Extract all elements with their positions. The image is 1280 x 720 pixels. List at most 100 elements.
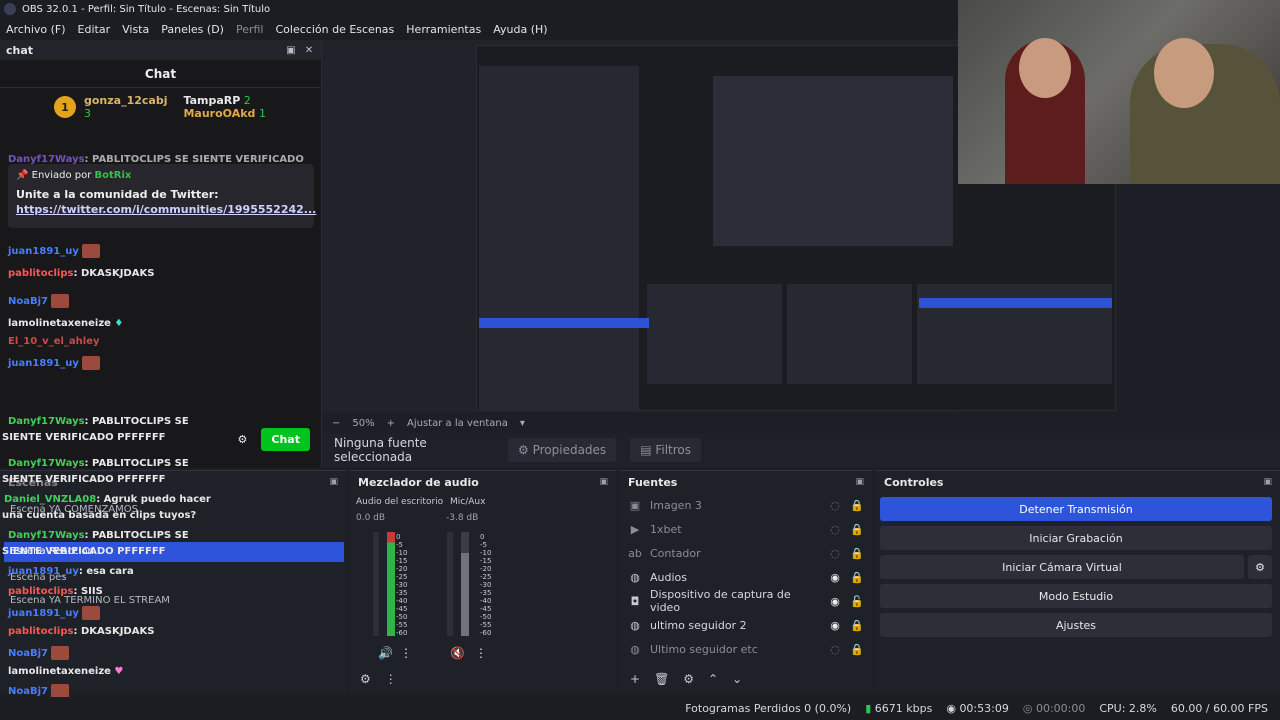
settings-icon[interactable]: ⚙ [238,433,248,446]
chat-message: SIENTE VERIFICADO PFFFFFF [2,546,166,557]
meter-scale: 0 -5 -10 -15 -20 -25 -30 -35 -40 -45 -50 -55 -60 [480,533,491,637]
speaker-icon[interactable]: 🔊 [378,646,393,660]
start-recording-button[interactable]: Iniciar Grabación [880,526,1272,550]
chevron-down-icon[interactable]: ⌄ [732,672,742,686]
properties-button[interactable]: ⚙ Propiedades [508,438,617,462]
gear-icon[interactable]: ⚙ [683,672,694,686]
float-dock-icon[interactable]: ▣ [1263,477,1272,487]
leader-first-name[interactable]: gonza_12cabj [84,94,167,107]
signal-bars-icon: ▮ [865,702,872,715]
studio-mode-button[interactable]: Modo Estudio [880,584,1272,608]
menu-vista[interactable]: Vista [122,23,149,36]
start-virtual-camera-button[interactable]: Iniciar Cámara Virtual [880,555,1244,579]
sources-dock: Fuentes ▣ ▣ Imagen 3 ◌ 🔒 ▶ 1xbet ◌ 🔒 ab Contador… [620,470,872,692]
volume-slider-desktop[interactable] [373,532,379,636]
record-time: 00:00:00 [1035,702,1086,715]
menu-herramientas[interactable]: Herramientas [406,23,481,36]
leader-third-name[interactable]: MauroOAkd [183,107,255,120]
zoom-out-icon[interactable]: − [332,418,340,429]
media-icon: ▶ [630,522,640,536]
lock-icon[interactable]: 🔒 [850,499,864,512]
menu-perfil[interactable]: Perfil [236,23,264,36]
gear-icon[interactable]: ⚙ [360,672,371,686]
eye-hidden-icon[interactable]: ◌ [828,499,842,512]
float-dock-icon[interactable]: ▣ [599,477,608,487]
status-bar: Fotogramas Perdidos 0 (0.0%) ▮ 6671 kbps… [0,697,1280,720]
eye-hidden-icon[interactable]: ◌ [828,643,842,656]
eye-hidden-icon[interactable]: ◌ [828,523,842,536]
lock-icon[interactable]: 🔒 [850,619,864,632]
stop-stream-button[interactable]: Detener Transmisión [880,497,1272,521]
menu-dots-icon[interactable]: ⋮ [400,646,412,660]
meter-scale-tick: -60 [480,629,492,637]
emote-icon: ♥ [114,666,124,677]
eye-icon[interactable]: ◉ [828,571,842,584]
chat-message: NoaBj7 [8,646,70,660]
source-item[interactable]: ◘ Dispositivo de captura de video ◉ 🔓 [620,588,872,614]
menu-ayuda[interactable]: Ayuda (H) [493,23,547,36]
menu-archivo[interactable]: Archivo (F) [6,23,66,36]
pinned-message[interactable]: 📌 Enviado por BotRix Unite a la comunida… [8,164,316,228]
leader-second-name[interactable]: TampaRP [183,94,240,107]
source-item[interactable]: ◍ Ultimo seguidor etc ◌ 🔒 [620,637,872,661]
source-toolbar: Ninguna fuente seleccionada ⚙ Propiedade… [322,434,1280,466]
float-dock-icon[interactable]: ▣ [855,477,864,487]
chat-message: lamolinetaxeneize ♥ [8,666,124,677]
volume-slider-mic[interactable] [447,532,453,636]
chat-message: juan1891_uy: esa cara [8,566,134,577]
trash-icon[interactable]: 🗑 [654,672,669,686]
chevron-down-icon[interactable]: ▾ [520,418,525,429]
filters-button[interactable]: ▤ Filtros [630,438,702,462]
meter-scale-tick: -15 [480,557,492,565]
eye-icon[interactable]: ◉ [828,595,842,608]
unlock-icon[interactable]: 🔓 [850,595,864,608]
menu-editar[interactable]: Editar [78,23,111,36]
source-item[interactable]: ◍ ultimo seguidor 2 ◉ 🔒 [620,613,872,637]
lock-icon[interactable]: 🔒 [850,643,864,656]
chat-message: pablitoclips: DKASKJDAKS [8,268,155,279]
volume-meter-mic [461,532,469,636]
float-dock-icon[interactable]: ▣ [285,45,297,56]
zoom-in-icon[interactable]: + [387,418,395,429]
chat-message: una cuenta basada en clips tuyos? [2,510,197,521]
fit-to-window[interactable]: Ajustar a la ventana [407,418,508,429]
menu-paneles[interactable]: Paneles (D) [161,23,224,36]
bot-name: BotRix [94,170,132,181]
menu-dots-icon[interactable]: ⋮ [385,672,397,686]
sources-title: Fuentes [628,475,678,489]
lock-icon[interactable]: 🔒 [850,571,864,584]
volume-meter-desktop [387,532,395,636]
source-item[interactable]: ▶ 1xbet ◌ 🔒 [620,517,872,541]
settings-button[interactable]: Ajustes [880,613,1272,637]
pinned-link[interactable]: https://twitter.com/i/communities/199555… [16,203,316,216]
eye-hidden-icon[interactable]: ◌ [828,547,842,560]
source-item[interactable]: ab Contador ◌ 🔒 [620,541,872,565]
chat-send-button[interactable]: Chat [261,427,310,451]
menu-bar: Archivo (F) Editar Vista Paneles (D) Per… [0,18,960,40]
leader-first-count: 3 [84,107,91,120]
add-icon[interactable]: + [630,672,640,686]
chat-message: NoaBj7 [8,684,70,698]
pin-icon: 📌 [16,170,29,181]
float-dock-icon[interactable]: ▣ [329,477,338,487]
chat-message: NoaBj7 [8,294,70,308]
source-item[interactable]: ◍ Audios ◉ 🔒 [620,565,872,589]
eye-icon[interactable]: ◉ [828,619,842,632]
chevron-up-icon[interactable]: ⌃ [708,672,718,686]
chat-dock: chat ▣ ✕ Chat 1 gonza_12cabj 3 TampaRP 2… [0,40,322,468]
menu-coleccion-escenas[interactable]: Colección de Escenas [276,23,395,36]
lock-icon[interactable]: 🔒 [850,547,864,560]
bitrate: 6671 kbps [874,702,933,715]
muted-mic-icon[interactable]: 🔇 [450,646,465,660]
close-icon[interactable]: ✕ [303,45,315,56]
chat-message: Daniel_VNZLA08: Agruk puedo hacer [4,494,211,505]
meter-scale-tick: -20 [480,565,492,573]
lock-icon[interactable]: 🔒 [850,523,864,536]
meter-scale-tick: -25 [480,573,492,581]
emote-icon [82,606,101,620]
pinned-text: Unite a la comunidad de Twitter: [16,188,219,201]
source-item[interactable]: ▣ Imagen 3 ◌ 🔒 [620,493,872,517]
vcam-settings-gear-icon[interactable]: ⚙ [1248,555,1272,579]
menu-dots-icon[interactable]: ⋮ [475,646,487,660]
meter-scale-tick: 0 [396,533,401,541]
